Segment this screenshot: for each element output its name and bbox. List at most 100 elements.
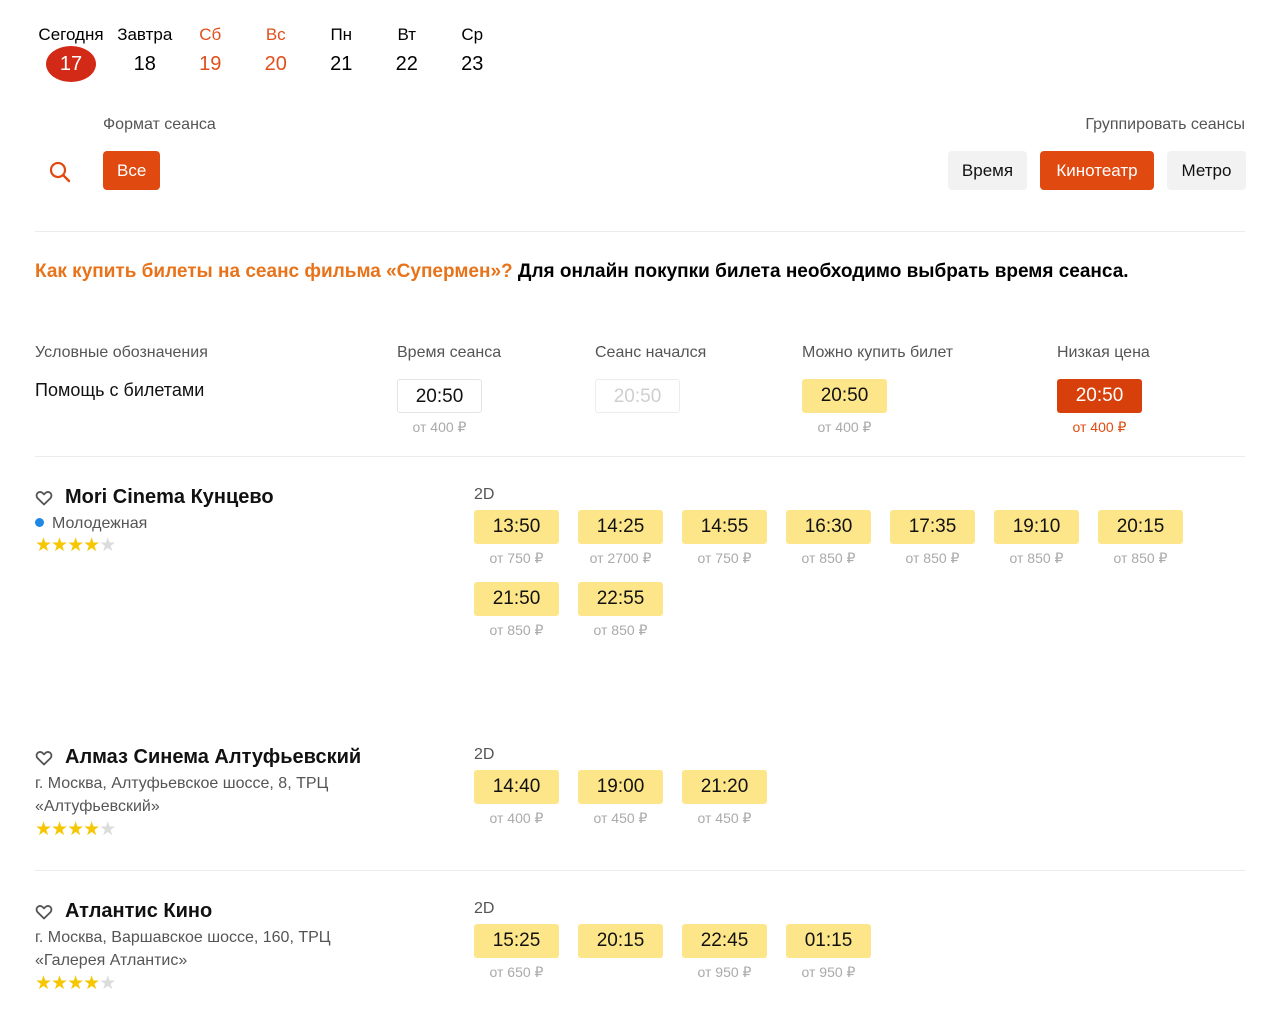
howto-text: Как купить билеты на сеанс фильма «Супер… bbox=[35, 258, 1235, 286]
date-selector: Сегодня 17 Завтра 18 Сб 19 Вс 20 Пн 21 Вт 22 Ср 23 bbox=[30, 24, 505, 82]
session: 16:30 от 850 ₽ bbox=[786, 510, 871, 570]
day-number: 23 bbox=[461, 53, 484, 75]
session: 22:55 от 850 ₽ bbox=[578, 582, 663, 642]
ticket-help-link[interactable]: Помощь с билетами bbox=[35, 380, 204, 401]
session-price: от 850 ₽ bbox=[593, 622, 648, 638]
session-time-button[interactable]: 20:15 bbox=[1098, 510, 1183, 544]
session-price: от 850 ₽ bbox=[489, 622, 544, 638]
heart-icon[interactable] bbox=[35, 903, 53, 921]
cinema-header: Алмаз Синема Алтуфьевский bbox=[35, 746, 361, 769]
legend-item-low-price: Низкая цена 20:50 от 400 ₽ bbox=[1057, 344, 1150, 436]
cinema-address: г. Москва, Алтуфьевское шоссе, 8, ТРЦ «А… bbox=[35, 775, 329, 815]
day-23[interactable]: Ср 23 bbox=[440, 24, 506, 82]
howto-answer: Для онлайн покупки билета необходимо выб… bbox=[512, 261, 1129, 282]
format-label: Формат сеанса bbox=[103, 116, 216, 133]
day-18[interactable]: Завтра 18 bbox=[112, 24, 178, 82]
session: 15:25 от 650 ₽ bbox=[474, 924, 559, 984]
day-21[interactable]: Пн 21 bbox=[309, 24, 375, 82]
session: 14:55 от 750 ₽ bbox=[682, 510, 767, 570]
day-17[interactable]: Сегодня 17 bbox=[30, 24, 112, 82]
divider bbox=[35, 231, 1245, 232]
heart-icon[interactable] bbox=[35, 749, 53, 767]
session: 19:00 от 450 ₽ bbox=[578, 770, 663, 830]
star-icon: ★ bbox=[35, 819, 52, 840]
star-icon: ★ bbox=[83, 535, 100, 556]
session-time-button[interactable]: 22:55 bbox=[578, 582, 663, 616]
format-all-button[interactable]: Все bbox=[103, 151, 161, 190]
session-time-button[interactable]: 01:15 bbox=[786, 924, 871, 958]
day-22[interactable]: Вт 22 bbox=[374, 24, 440, 82]
day-name: Вс bbox=[265, 25, 286, 44]
legend-head: Сеанс начался bbox=[595, 344, 707, 361]
cinema-name[interactable]: Алмаз Синема Алтуфьевский bbox=[65, 746, 361, 769]
legend-item-started: Сеанс начался 20:50 bbox=[595, 344, 706, 419]
session-time-button[interactable]: 20:15 bbox=[578, 924, 663, 958]
day-number: 20 bbox=[264, 53, 287, 75]
group-by-time-button[interactable]: Время bbox=[948, 151, 1027, 190]
day-number: 19 bbox=[199, 53, 222, 75]
session-time-button[interactable]: 21:20 bbox=[682, 770, 767, 804]
cinema-metro: Молодежная bbox=[35, 512, 375, 535]
day-20[interactable]: Вс 20 bbox=[243, 24, 309, 82]
day-name: Пн bbox=[330, 25, 353, 44]
legend-price: от 400 ₽ bbox=[817, 419, 872, 435]
day-19[interactable]: Сб 19 bbox=[178, 24, 244, 82]
heart-icon[interactable] bbox=[35, 489, 53, 507]
cinema-name[interactable]: Mori Cinema Кунцево bbox=[65, 486, 274, 509]
star-icon: ★ bbox=[51, 819, 68, 840]
session-list: 15:25 от 650 ₽ 20:15 22:45 от 950 ₽ 01:15 от 9… bbox=[474, 924, 1214, 996]
session-time-button[interactable]: 14:55 bbox=[682, 510, 767, 544]
search-icon[interactable] bbox=[46, 158, 74, 186]
session-time-button[interactable]: 14:40 bbox=[474, 770, 559, 804]
legend-head: Можно купить билет bbox=[802, 344, 954, 361]
star-icon: ★ bbox=[83, 819, 100, 840]
session-price: от 750 ₽ bbox=[489, 550, 544, 566]
session-list: 13:50 от 750 ₽ 14:25 от 2700 ₽ 14:55 от 750 ₽… bbox=[474, 510, 1214, 654]
cinema-header: Атлантис Кино bbox=[35, 900, 212, 923]
session: 21:20 от 450 ₽ bbox=[682, 770, 767, 830]
cinema-header: Mori Cinema Кунцево bbox=[35, 486, 274, 509]
star-icon: ★ bbox=[35, 535, 52, 556]
metro-line-icon bbox=[35, 518, 44, 527]
cinema-name[interactable]: Атлантис Кино bbox=[65, 900, 212, 923]
session: 01:15 от 950 ₽ bbox=[786, 924, 871, 984]
session-format: 2D bbox=[474, 486, 495, 503]
group-label: Группировать сеансы bbox=[1085, 116, 1245, 133]
session: 19:10 от 850 ₽ bbox=[994, 510, 1079, 570]
session: 21:50 от 850 ₽ bbox=[474, 582, 559, 642]
session-time-button[interactable]: 19:10 bbox=[994, 510, 1079, 544]
session-time-button[interactable]: 16:30 bbox=[786, 510, 871, 544]
session-price: от 850 ₽ bbox=[801, 550, 856, 566]
day-name: Сегодня bbox=[38, 25, 104, 44]
session-time-button[interactable]: 15:25 bbox=[474, 924, 559, 958]
session: 17:35 от 850 ₽ bbox=[890, 510, 975, 570]
session-price: от 450 ₽ bbox=[697, 810, 752, 826]
session-time-button[interactable]: 14:25 bbox=[578, 510, 663, 544]
star-icon: ★ bbox=[99, 973, 116, 994]
session: 14:40 от 400 ₽ bbox=[474, 770, 559, 830]
session: 20:15 от 850 ₽ bbox=[1098, 510, 1183, 570]
session-time-button[interactable]: 21:50 bbox=[474, 582, 559, 616]
legend-chip: 20:50 bbox=[397, 379, 482, 413]
legend-price: от 400 ₽ bbox=[412, 419, 467, 435]
star-icon: ★ bbox=[67, 819, 84, 840]
session-time-button[interactable]: 13:50 bbox=[474, 510, 559, 544]
cinema-rating: ★★★★★ bbox=[35, 973, 116, 994]
legend-head: Низкая цена bbox=[1057, 344, 1150, 361]
legend-head: Время сеанса bbox=[397, 344, 502, 361]
session-price: от 650 ₽ bbox=[489, 964, 544, 980]
group-by-metro-button[interactable]: Метро bbox=[1167, 151, 1246, 190]
session-price: от 400 ₽ bbox=[489, 810, 544, 826]
session-time-button[interactable]: 19:00 bbox=[578, 770, 663, 804]
star-icon: ★ bbox=[99, 535, 116, 556]
day-number: 22 bbox=[395, 53, 418, 75]
group-by-cinema-button[interactable]: Кинотеатр bbox=[1040, 151, 1154, 190]
session-time-button[interactable]: 22:45 bbox=[682, 924, 767, 958]
star-icon: ★ bbox=[67, 973, 84, 994]
session: 14:25 от 2700 ₽ bbox=[578, 510, 663, 570]
session-price: от 850 ₽ bbox=[1113, 550, 1168, 566]
howto-question[interactable]: Как купить билеты на сеанс фильма «Супер… bbox=[35, 261, 513, 282]
day-number: 17 bbox=[46, 46, 96, 82]
legend-chip: 20:50 bbox=[1057, 379, 1142, 413]
session-time-button[interactable]: 17:35 bbox=[890, 510, 975, 544]
